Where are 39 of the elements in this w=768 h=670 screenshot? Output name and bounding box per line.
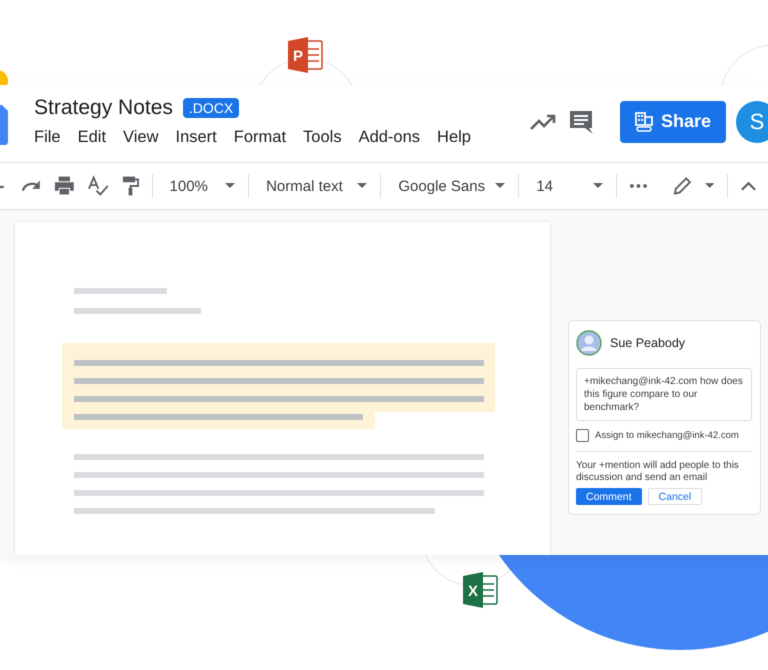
share-button[interactable]: Share xyxy=(620,100,726,142)
font-size-dropdown[interactable]: 14 xyxy=(532,178,603,194)
more-icon[interactable] xyxy=(630,184,647,188)
avatar-silhouette-icon xyxy=(576,330,602,356)
comment-icon[interactable] xyxy=(568,108,594,134)
cancel-button[interactable]: Cancel xyxy=(648,488,702,505)
menu-item[interactable]: Help xyxy=(437,128,471,147)
print-icon[interactable] xyxy=(54,176,75,196)
mention-note: Your +mention will add people to this discussion and send an email xyxy=(576,460,740,484)
menu-item[interactable]: Add-ons xyxy=(358,128,420,147)
assign-label[interactable]: Assign to mikechang@ink-42.com xyxy=(595,430,739,441)
document-title[interactable]: Strategy Notes xyxy=(34,96,173,120)
zoom-dropdown[interactable]: 100% xyxy=(166,178,236,194)
comment-button[interactable]: Comment xyxy=(576,488,642,505)
file-type-badge: .DOCX xyxy=(182,98,240,118)
caret-icon[interactable] xyxy=(704,183,714,189)
caret-icon xyxy=(592,183,603,189)
comment-field[interactable]: +mikechang@ink-42.com how does this figure compare to our benchmark? xyxy=(576,368,752,421)
paint-roller-icon[interactable] xyxy=(122,175,139,197)
font-dropdown[interactable]: Google Sans xyxy=(394,178,506,194)
caret-icon xyxy=(357,183,368,189)
trend-icon[interactable] xyxy=(530,112,556,130)
menu-item[interactable]: Tools xyxy=(303,128,342,147)
spellcheck-icon[interactable] xyxy=(88,175,109,197)
menu-item[interactable]: Format xyxy=(234,128,286,147)
caret-icon xyxy=(225,183,236,189)
redo-icon[interactable] xyxy=(20,179,42,193)
chevron-up-icon[interactable] xyxy=(740,181,756,191)
menu-item[interactable]: Insert xyxy=(176,128,217,147)
menu-item[interactable]: Edit xyxy=(78,128,106,147)
document-icon xyxy=(0,105,8,145)
building-link-icon xyxy=(634,112,653,132)
comment-author: Sue Peabody xyxy=(610,336,686,350)
pencil-icon[interactable] xyxy=(672,176,692,196)
menu-item[interactable]: View xyxy=(123,128,158,147)
caret-icon xyxy=(495,183,506,189)
menu-item[interactable]: File xyxy=(34,128,61,147)
assign-checkbox[interactable] xyxy=(576,429,589,442)
paragraph-style-dropdown[interactable]: Normal text xyxy=(262,178,368,194)
